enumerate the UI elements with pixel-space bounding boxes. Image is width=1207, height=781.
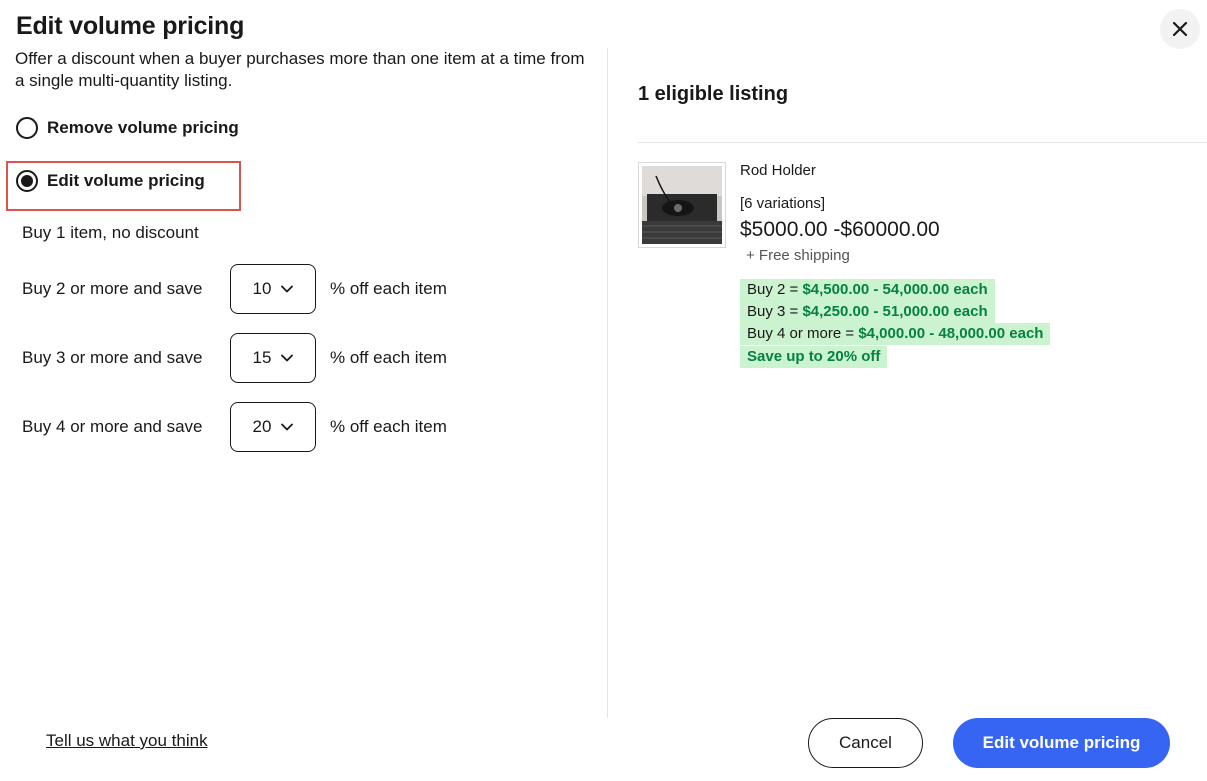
- cancel-button[interactable]: Cancel: [808, 718, 923, 768]
- chevron-down-icon: [281, 354, 294, 362]
- intro-text: Offer a discount when a buyer purchases …: [15, 49, 585, 90]
- remove-volume-pricing-option[interactable]: Remove volume pricing: [16, 117, 239, 139]
- page-title: Edit volume pricing: [16, 12, 245, 40]
- feedback-link[interactable]: Tell us what you think: [46, 731, 208, 751]
- discount-select[interactable]: 20: [230, 402, 316, 452]
- remove-option-label: Remove volume pricing: [47, 118, 239, 137]
- deal-amount: $4,250.00 - 51,000.00 each: [802, 303, 988, 320]
- tier-suffix: % off each item: [330, 348, 447, 367]
- edit-volume-pricing-button[interactable]: Edit volume pricing: [953, 718, 1170, 768]
- deal-amount: $4,000.00 - 48,000.00 each: [858, 325, 1044, 342]
- remove-radio[interactable]: [16, 117, 38, 139]
- tier-row: Buy 4 or more and save 20 % off each ite…: [22, 402, 447, 452]
- listing-variations: [6 variations]: [740, 195, 826, 212]
- tier-suffix: % off each item: [330, 417, 447, 436]
- chevron-down-icon: [281, 285, 294, 293]
- listing-title: Rod Holder: [740, 162, 816, 179]
- close-icon: [1172, 21, 1188, 37]
- tier-suffix: % off each item: [330, 279, 447, 298]
- deal-prefix: Buy 2 =: [747, 281, 803, 298]
- edit-radio[interactable]: [16, 170, 38, 192]
- volume-deal-line: Buy 3 = $4,250.00 - 51,000.00 each: [740, 301, 995, 323]
- section-divider: [638, 142, 1207, 143]
- deal-amount: $4,500.00 - 54,000.00 each: [802, 281, 988, 298]
- tier-label: Buy 4 or more and save: [22, 417, 203, 436]
- tier-label: Buy 2 or more and save: [22, 279, 203, 298]
- save-up-to-text: Save up to 20% off: [740, 346, 888, 368]
- eligible-listings-heading: 1 eligible listing: [638, 83, 789, 105]
- deal-prefix: Buy 3 =: [747, 303, 803, 320]
- listing-price: $5000.00 -$60000.00: [740, 218, 940, 241]
- discount-select[interactable]: 10: [230, 264, 316, 314]
- volume-deal-line: Buy 4 or more = $4,000.00 - 48,000.00 ea…: [740, 323, 1051, 345]
- chevron-down-icon: [281, 423, 294, 431]
- listing-thumbnail: [638, 162, 726, 248]
- tier-row: Buy 2 or more and save 10 % off each ite…: [22, 264, 447, 314]
- deal-prefix: Buy 4 or more =: [747, 325, 859, 342]
- discount-value: 10: [252, 279, 272, 298]
- tier-label: Buy 3 or more and save: [22, 348, 203, 367]
- discount-value: 20: [252, 417, 272, 436]
- close-button[interactable]: [1160, 9, 1200, 49]
- edit-volume-pricing-option[interactable]: Edit volume pricing: [16, 170, 205, 192]
- listing-shipping: + Free shipping: [746, 247, 850, 264]
- discount-select[interactable]: 15: [230, 333, 316, 383]
- no-discount-text: Buy 1 item, no discount: [22, 223, 199, 242]
- discount-value: 15: [252, 348, 272, 367]
- tier-row: Buy 3 or more and save 15 % off each ite…: [22, 333, 447, 383]
- edit-option-label: Edit volume pricing: [47, 171, 205, 190]
- panel-divider: [607, 48, 608, 718]
- volume-deal-line: Buy 2 = $4,500.00 - 54,000.00 each: [740, 279, 995, 301]
